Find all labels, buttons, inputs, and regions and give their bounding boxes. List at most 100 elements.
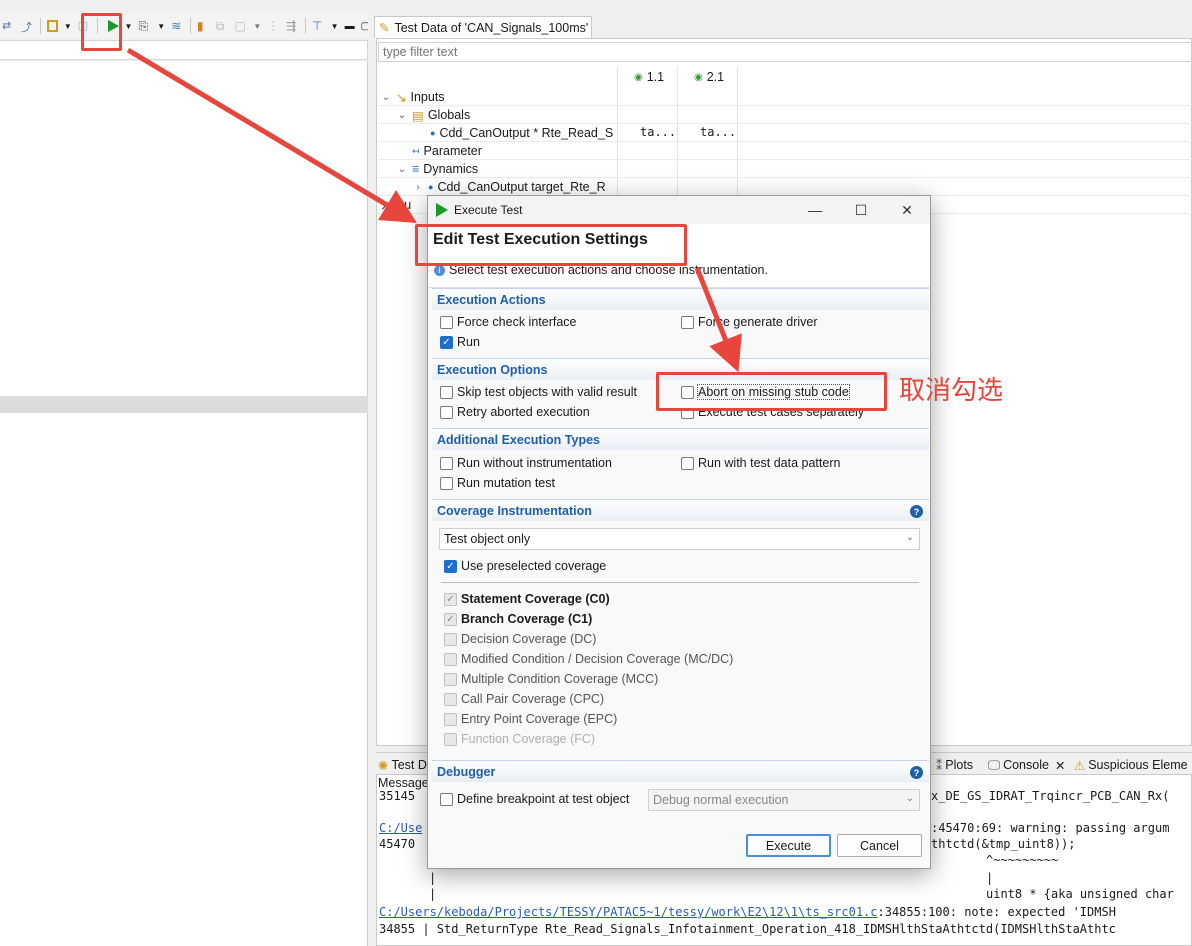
skip-valid-result-checkbox[interactable]: Skip test objects with valid result xyxy=(440,385,637,399)
run-without-instrumentation-checkbox[interactable]: Run without instrumentation xyxy=(440,456,612,470)
force-check-interface-checkbox[interactable]: Force check interface xyxy=(440,315,577,329)
tab-suspicious-elements[interactable]: ⚠ Suspicious Eleme xyxy=(1074,755,1188,775)
help-icon[interactable]: ? xyxy=(910,505,923,518)
table-row[interactable]: › ● Cdd_CanOutput target_Rte_R xyxy=(378,178,1192,196)
checkmark-icon: ✓ xyxy=(440,335,453,349)
tab-test-data[interactable]: ✎ Test Data of 'CAN_Signals_100ms' xyxy=(374,16,592,38)
copy-icon[interactable]: ⎘ xyxy=(138,19,151,33)
parameter-icon: ↤ xyxy=(412,145,420,156)
console-line: ^~~~~~~~~~ xyxy=(986,853,1059,867)
toolbar-separator xyxy=(304,18,306,34)
retry-aborted-checkbox[interactable]: Retry aborted execution xyxy=(440,405,590,419)
info-icon: i xyxy=(434,264,445,276)
run-mutation-test-checkbox[interactable]: Run mutation test xyxy=(440,476,555,490)
console-link[interactable]: C:/Use xyxy=(379,821,422,835)
cancel-button[interactable]: Cancel xyxy=(837,834,922,857)
column-header-2[interactable]: ◉ 2.1 xyxy=(694,68,724,86)
highlight-execute-button xyxy=(81,13,122,51)
chevron-down-icon: ⌄ xyxy=(905,793,914,804)
epc-coverage-checkbox: Entry Point Coverage (EPC) xyxy=(444,712,617,726)
execute-button[interactable]: Execute xyxy=(746,834,831,857)
add-dropdown-icon[interactable]: ▼ xyxy=(253,22,261,31)
filter-input[interactable] xyxy=(378,42,1192,62)
frame-dropdown-icon[interactable]: ▼ xyxy=(64,22,72,31)
test-case-icon: ◉ xyxy=(634,71,643,83)
globals-icon: ▤ xyxy=(412,108,424,123)
table-row[interactable]: ↤ Parameter xyxy=(378,142,1192,160)
console-line: x_DE_GS_IDRAT_Trqincr_PCB_CAN_Rx( xyxy=(931,789,1170,803)
section-coverage[interactable]: Coverage Instrumentation ? xyxy=(432,499,929,521)
tab-plots[interactable]: ⁑ Plots xyxy=(936,755,973,775)
close-icon[interactable]: ✕ xyxy=(1055,758,1065,773)
tree-icon[interactable]: ⋮ xyxy=(267,19,280,33)
filter-icon[interactable]: ⊤ xyxy=(312,19,325,33)
force-generate-driver-checkbox[interactable]: Force generate driver xyxy=(681,315,818,329)
chart-icon[interactable]: ▮ xyxy=(197,19,210,33)
execute-test-dialog: Execute Test — ☐ ✕ Edit Test Execution S… xyxy=(427,195,931,869)
tab-console[interactable]: 🖵 Console ✕ xyxy=(988,755,1065,775)
maximize-button[interactable]: ☐ xyxy=(838,196,884,224)
tab-test-details[interactable]: ✺ Test D xyxy=(378,755,427,775)
column-header-1[interactable]: ◉ 1.1 xyxy=(634,68,664,86)
table-row[interactable]: ⌄ ▤ Globals xyxy=(378,106,1192,124)
console-line: C:/Users/keboda/Projects/TESSY/PATAC5~1/… xyxy=(379,905,1116,919)
fc-coverage-checkbox: Function Coverage (FC) xyxy=(444,732,595,746)
outputs-icon: ↗ xyxy=(380,198,391,213)
section-execution-actions[interactable]: Execution Actions xyxy=(432,288,929,310)
variable-icon: ● xyxy=(430,128,436,138)
minimize-button[interactable]: — xyxy=(792,196,838,224)
coverage-select[interactable]: Test object only ⌄ xyxy=(439,528,920,550)
console-line: 34855 | Std_ReturnType Rte_Read_Signals_… xyxy=(379,922,1116,936)
use-preselected-coverage-checkbox[interactable]: ✓ Use preselected coverage xyxy=(444,559,606,573)
filter-dropdown-icon[interactable]: ▼ xyxy=(331,22,339,31)
console-line: | xyxy=(429,871,437,885)
inputs-icon: ↘ xyxy=(396,90,407,105)
plots-icon: ⁑ xyxy=(936,758,943,773)
minimize-icon[interactable]: ▬ xyxy=(345,21,355,32)
console-line: :45470:69: warning: passing argum xyxy=(931,821,1170,835)
close-button[interactable]: ✕ xyxy=(884,196,930,224)
link-icon[interactable]: ⇄ xyxy=(2,19,15,33)
export-icon[interactable]: ⤴ xyxy=(21,19,34,34)
copy-dropdown-icon[interactable]: ▼ xyxy=(157,22,165,31)
dialog-title: Execute Test xyxy=(454,203,523,217)
console-line: thtctd(&tmp_uint8)); xyxy=(931,837,1076,851)
divider xyxy=(441,582,919,583)
annotation-note: 取消勾选 xyxy=(899,376,1004,406)
console-header: Message xyxy=(378,776,429,790)
table-cell[interactable]: ta... xyxy=(700,125,736,139)
chevron-down-icon[interactable]: ⌄ xyxy=(396,110,408,121)
section-additional-types[interactable]: Additional Execution Types xyxy=(432,428,929,450)
statement-coverage-checkbox: ✓ Statement Coverage (C0) xyxy=(444,592,610,606)
test-case-icon: ◉ xyxy=(694,71,703,83)
table-cell[interactable]: ta... xyxy=(640,125,676,139)
run-checkbox[interactable]: ✓ Run xyxy=(440,335,480,349)
cpc-coverage-checkbox: Call Pair Coverage (CPC) xyxy=(444,692,604,706)
dialog-titlebar[interactable]: Execute Test — ☐ ✕ xyxy=(428,196,930,224)
highlight-abort-option xyxy=(656,372,887,411)
help-icon[interactable]: ? xyxy=(910,766,923,779)
toolbar-separator xyxy=(39,18,41,34)
pane-divider[interactable] xyxy=(368,14,376,946)
left-filter-input[interactable] xyxy=(0,40,368,60)
run-with-pattern-checkbox[interactable]: Run with test data pattern xyxy=(681,456,840,470)
define-breakpoint-checkbox[interactable]: Define breakpoint at test object xyxy=(440,792,629,806)
collapse-icon[interactable]: ⇶ xyxy=(286,19,299,33)
add-icon[interactable]: ▢ xyxy=(235,19,248,33)
frame-icon[interactable] xyxy=(46,20,58,32)
execute-icon xyxy=(436,203,448,217)
chevron-down-icon[interactable]: ⌄ xyxy=(396,164,408,175)
table-row[interactable]: ⌄ ≡ Dynamics xyxy=(378,160,1192,178)
chevron-down-icon[interactable]: ⌄ xyxy=(380,92,392,103)
blocks-icon[interactable]: ⧉ xyxy=(216,19,229,33)
execute-dropdown-icon[interactable]: ▼ xyxy=(125,22,133,31)
test-data-icon: ✎ xyxy=(379,21,390,35)
console-link[interactable]: C:/Users/keboda/Projects/TESSY/PATAC5~1/… xyxy=(379,905,878,919)
section-debugger[interactable]: Debugger ? xyxy=(432,760,929,782)
table-row[interactable]: ⌄ ↘ Inputs xyxy=(378,88,1192,106)
horizontal-scrollbar[interactable] xyxy=(0,396,368,413)
stack-icon[interactable]: ≋ xyxy=(171,19,184,33)
left-lower-panel xyxy=(0,413,368,946)
chevron-right-icon[interactable]: › xyxy=(412,182,424,193)
table-row[interactable]: ● Cdd_CanOutput * Rte_Read_S ta... ta... xyxy=(378,124,1192,142)
